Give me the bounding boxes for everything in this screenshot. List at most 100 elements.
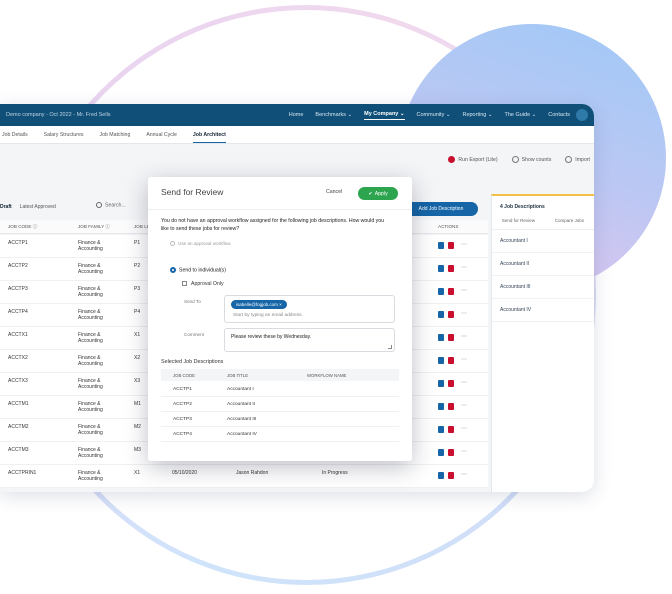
date-cell: 05/10/2020 [172,470,198,476]
export-button[interactable]: Run Export (Lite) [448,156,498,163]
edit-icon[interactable] [438,472,444,479]
comment-textarea[interactable]: Please review these by Wednesday. [224,328,395,352]
job-level-cell: X2 [134,355,141,361]
job-level-cell: M2 [134,424,141,430]
pdf-icon[interactable] [448,242,454,249]
job-family-cell: Finance & Accounting [78,424,103,436]
row-actions: ⋯ [438,357,467,364]
pdf-icon[interactable] [448,380,454,387]
job-family-cell: Finance & Accounting [78,240,103,252]
subnav-tab[interactable]: Job Details [2,132,28,138]
selected-job-item[interactable]: Accountant II [492,253,594,276]
add-job-description-button[interactable]: Add Job Description [404,202,478,216]
owner-cell: Jason Rahdon [236,470,269,476]
row-actions: ⋯ [438,472,467,479]
subnav-tab[interactable]: Salary Structures [44,132,84,138]
resize-handle-icon[interactable] [388,345,392,349]
cancel-button[interactable]: Cancel [326,189,342,195]
import-button[interactable]: Import [565,156,590,163]
edit-icon[interactable] [438,426,444,433]
row-actions: ⋯ [438,265,467,272]
edit-icon[interactable] [438,357,444,364]
send-for-review-button[interactable]: Send for Review [502,218,535,223]
job-code-cell: ACCTPRIN1 [8,470,37,476]
selected-job-row: ACCTP3 Accountant III [161,413,399,427]
approval-only-checkbox[interactable]: Approval Only [182,281,224,287]
selected-job-item[interactable]: Accountant IV [492,299,594,322]
edit-icon[interactable] [438,334,444,341]
selected-job-item[interactable]: Accountant I [492,230,594,253]
more-icon[interactable]: ⋯ [461,242,467,249]
subnav-tab[interactable]: Job Matching [99,132,130,138]
nav-item[interactable]: Benchmarks ⌄ [315,112,352,118]
edit-icon[interactable] [438,380,444,387]
pdf-icon[interactable] [448,472,454,479]
col-job-family[interactable]: JOB FAMILY ⓘ [78,224,110,230]
subnav-tab[interactable]: Job Architect [192,127,226,143]
more-icon[interactable]: ⋯ [461,449,467,456]
selected-job-row: ACCTP2 Accountant II [161,398,399,412]
subnav-tab[interactable]: Annual Cycle [146,132,177,138]
job-code-cell: ACCTX2 [8,355,28,361]
nav-item[interactable]: The Guide ⌄ [504,112,536,118]
edit-icon[interactable] [438,403,444,410]
pdf-icon[interactable] [448,311,454,318]
pdf-icon[interactable] [448,265,454,272]
nav-item[interactable]: Reporting ⌄ [462,112,492,118]
tab-draft[interactable]: Draft [0,204,12,210]
selected-job-item[interactable]: Accountant III [492,276,594,299]
edit-icon[interactable] [438,311,444,318]
more-icon[interactable]: ⋯ [461,426,467,433]
pdf-icon[interactable] [448,357,454,364]
more-icon[interactable]: ⋯ [461,472,467,479]
apply-button[interactable]: ✔ Apply [358,187,398,200]
selection-count: 4 Job Descriptions [500,204,545,210]
company-context: Demo company - Oct 2022 - Mr. Fred Sells [6,112,111,118]
clock-icon [511,156,519,163]
more-icon[interactable]: ⋯ [461,357,467,364]
more-icon[interactable]: ⋯ [461,380,467,387]
option-approval-workflow[interactable]: Use an approval workflow [170,241,231,247]
main-nav: Home Benchmarks ⌄ My Company ⌄ Community ⌄ R… [289,111,570,120]
job-level-cell: X1 [134,470,141,476]
nav-item[interactable]: My Company ⌄ [364,111,405,120]
table-row[interactable]: ACCTPRIN1 Finance & Accounting X1 05/10/202… [0,465,488,488]
job-family-cell: Finance & Accounting [78,470,103,482]
edit-icon[interactable] [438,449,444,456]
option-send-individuals[interactable]: Send to individual(s) [170,267,226,273]
more-icon[interactable]: ⋯ [461,265,467,272]
more-icon[interactable]: ⋯ [461,334,467,341]
nav-item[interactable]: Community ⌄ [417,112,451,118]
check-icon: ✔ [368,190,373,197]
compare-jobs-button[interactable]: Compare Jobs [555,218,584,223]
edit-icon[interactable] [438,242,444,249]
job-family-cell: Finance & Accounting [78,378,103,390]
nav-item[interactable]: Contacts [548,112,570,118]
col-job-code[interactable]: JOB CODE ⓘ [8,224,37,230]
avatar[interactable] [576,109,588,121]
row-actions: ⋯ [438,380,467,387]
sub-navigation: Job Details Salary Structures Job Matching… [0,126,594,144]
more-icon[interactable]: ⋯ [461,311,467,318]
show-counts-button[interactable]: Show counts [511,156,551,163]
more-icon[interactable]: ⋯ [461,288,467,295]
pdf-icon[interactable] [448,449,454,456]
pdf-icon[interactable] [448,403,454,410]
checkbox-icon [182,281,187,287]
radio-selected-icon [170,267,176,273]
recipient-chip[interactable]: isabelle@fogjob.com × [231,300,287,309]
job-code-cell: ACCTP3 [8,286,28,292]
edit-icon[interactable] [438,288,444,295]
grid-search[interactable]: Search... [96,202,126,208]
more-icon[interactable]: ⋯ [461,403,467,410]
tab-latest-approved[interactable]: Latest Approved [20,204,56,210]
pdf-icon[interactable] [448,334,454,341]
edit-icon[interactable] [438,265,444,272]
pdf-icon[interactable] [448,426,454,433]
nav-item[interactable]: Home [289,112,304,118]
pdf-icon[interactable] [448,288,454,295]
grid-tabs: Draft Latest Approved [0,204,56,210]
job-code-cell: ACCTX1 [8,332,28,338]
send-to-field[interactable]: isabelle@fogjob.com × Start by typing an… [224,295,395,323]
radio-icon [170,241,175,247]
